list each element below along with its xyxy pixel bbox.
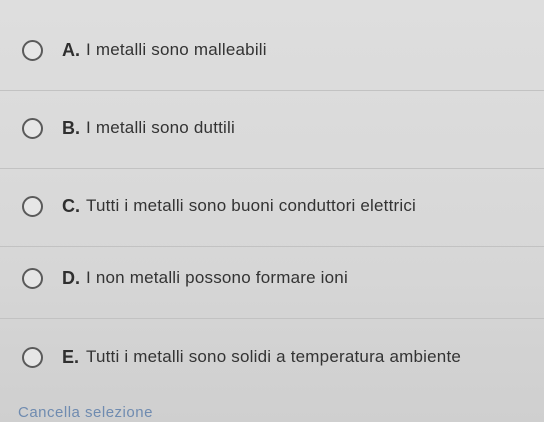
option-text: I metalli sono malleabili — [86, 40, 267, 59]
divider — [0, 246, 544, 247]
divider — [0, 318, 544, 319]
radio-empty-icon[interactable] — [22, 117, 43, 139]
option-letter: C. — [62, 195, 80, 216]
option-text: Tutti i metalli sono buoni conduttori el… — [86, 196, 417, 215]
radio-empty-icon[interactable] — [22, 195, 43, 217]
option-letter: D. — [62, 267, 80, 288]
option-letter: A. — [62, 39, 80, 60]
divider — [0, 90, 544, 91]
option-text: I non metalli possono formare ioni — [86, 268, 348, 287]
answer-option-e[interactable]: E. Tutti i metalli sono solidi a tempera… — [0, 337, 544, 377]
answer-option-d[interactable]: D. I non metalli possono formare ioni — [0, 258, 544, 298]
option-letter: B. — [62, 117, 80, 138]
option-text: Tutti i metalli sono solidi a temperatur… — [86, 347, 462, 366]
radio-empty-icon[interactable] — [22, 39, 43, 61]
option-text: I metalli sono duttili — [86, 118, 235, 137]
radio-empty-icon[interactable] — [22, 346, 43, 368]
option-letter: E. — [62, 346, 80, 367]
answer-option-c[interactable]: C. Tutti i metalli sono buoni conduttori… — [0, 186, 544, 226]
clear-selection-link[interactable]: Cancella selezione — [18, 404, 153, 421]
answer-option-a[interactable]: A. I metalli sono malleabili — [0, 30, 544, 70]
divider — [0, 168, 544, 169]
radio-empty-icon[interactable] — [22, 267, 43, 289]
answer-option-b[interactable]: B. I metalli sono duttili — [0, 108, 544, 148]
